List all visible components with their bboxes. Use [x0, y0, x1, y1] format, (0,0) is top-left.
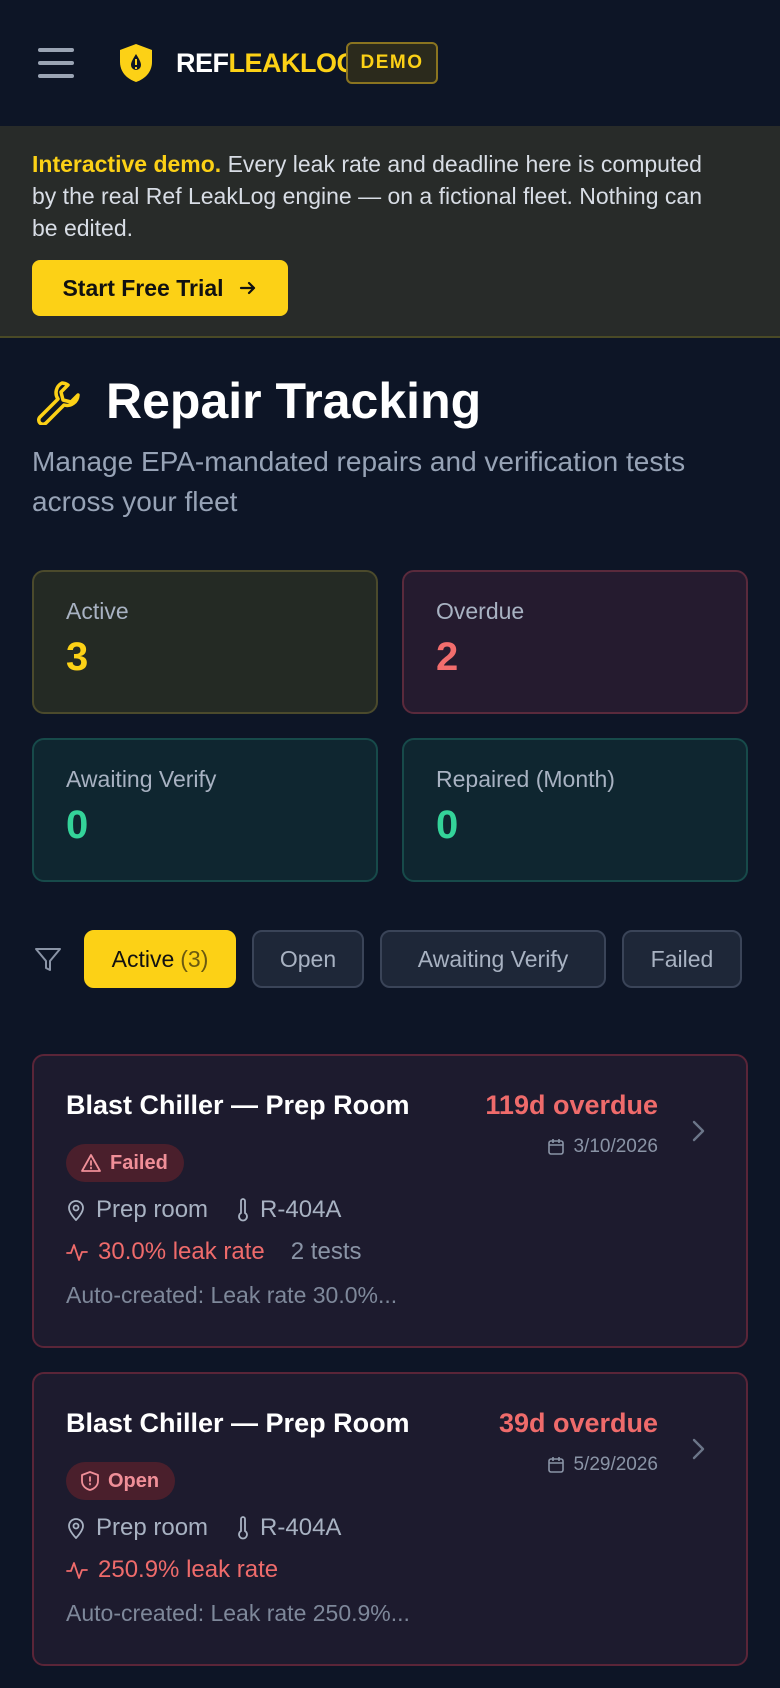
shield-alert-icon — [81, 1471, 99, 1491]
demo-banner-text: Interactive demo. Every leak rate and de… — [32, 148, 732, 244]
filter-bar: Active (3) Open Awaiting Verify Failed — [32, 930, 742, 988]
filter-chip-failed[interactable]: Failed — [622, 930, 742, 988]
due-date: 5/29/2026 — [547, 1454, 658, 1476]
thermometer-icon — [238, 1516, 248, 1540]
stat-value: 3 — [66, 635, 89, 679]
overdue-label: 119d overdue — [485, 1090, 658, 1120]
location-text: Prep room — [96, 1514, 209, 1541]
filter-chip-active[interactable]: Active (3) — [84, 930, 236, 988]
status-badge: Open — [66, 1462, 176, 1500]
page-title: Repair Tracking — [106, 373, 482, 429]
refrigerant-text: R-404A — [260, 1514, 342, 1541]
repair-meta: Prep room R-404A — [66, 1196, 341, 1224]
leak-row: 30.0% leak rate 2 tests — [66, 1238, 361, 1266]
arrow-right-icon — [239, 281, 255, 295]
status-badge-label: Open — [108, 1469, 160, 1492]
page-heading: Repair Tracking — [32, 372, 481, 430]
stat-value: 0 — [66, 803, 89, 847]
stat-card-active[interactable]: Active 3 — [32, 570, 378, 714]
repair-card[interactable]: Blast Chiller — Prep Room 119d overdue 3… — [32, 1054, 748, 1348]
filter-chip-count: (3) — [180, 945, 209, 972]
warning-triangle-icon — [81, 1154, 101, 1172]
demo-badge: DEMO — [346, 42, 438, 84]
refrigerant-text: R-404A — [260, 1196, 342, 1223]
filter-icon — [35, 948, 61, 971]
map-pin-icon — [68, 1518, 84, 1539]
status-badge: Failed — [66, 1144, 184, 1182]
location-text: Prep room — [96, 1196, 209, 1223]
demo-banner-strong: Interactive demo. — [32, 151, 222, 177]
activity-icon — [66, 1562, 88, 1579]
repair-title: Blast Chiller — Prep Room — [66, 1408, 410, 1438]
shield-drop-logo-icon — [120, 44, 152, 82]
stat-label: Overdue — [436, 598, 525, 624]
app-header: REFLEAKLOG DEMO — [0, 0, 780, 126]
tests-count: 2 tests — [290, 1238, 362, 1265]
app-logo-text[interactable]: REFLEAKLOG — [176, 48, 357, 79]
chevron-right-icon — [692, 1120, 705, 1142]
repair-note: Auto-created: Leak rate 250.9%... — [66, 1600, 410, 1626]
start-free-trial-button[interactable]: Start Free Trial — [32, 260, 288, 316]
filter-chip-awaiting-verify[interactable]: Awaiting Verify — [380, 930, 606, 988]
stat-label: Repaired (Month) — [436, 766, 615, 792]
leak-rate-text: 250.9% leak rate — [98, 1556, 279, 1583]
repair-card[interactable]: Blast Chiller — Prep Room 39d overdue 5/… — [32, 1372, 748, 1666]
menu-icon[interactable] — [38, 48, 74, 78]
map-pin-icon — [68, 1200, 84, 1221]
calendar-icon — [548, 1139, 565, 1155]
stat-label: Awaiting Verify — [66, 766, 217, 792]
demo-banner: Interactive demo. Every leak rate and de… — [0, 126, 780, 338]
filter-chip-label: Active — [111, 945, 175, 972]
stat-value: 2 — [436, 635, 459, 679]
calendar-icon — [548, 1457, 565, 1473]
due-date-text: 3/10/2026 — [573, 1136, 658, 1157]
stat-label: Active — [66, 598, 129, 624]
repair-meta: Prep room R-404A — [66, 1514, 341, 1542]
logo-ref: REF — [176, 48, 229, 78]
logo-leaklog: LEAKLOG — [228, 48, 358, 78]
chevron-right-icon — [692, 1438, 705, 1460]
page-subtitle: Manage EPA-mandated repairs and verifica… — [32, 446, 686, 517]
activity-icon — [66, 1244, 88, 1261]
status-badge-label: Failed — [110, 1151, 168, 1174]
due-date: 3/10/2026 — [547, 1136, 658, 1158]
stat-card-awaiting-verify[interactable]: Awaiting Verify 0 — [32, 738, 378, 882]
stat-card-repaired-month[interactable]: Repaired (Month) 0 — [402, 738, 748, 882]
repair-note: Auto-created: Leak rate 30.0%... — [66, 1282, 398, 1308]
thermometer-icon — [238, 1198, 248, 1222]
stat-card-overdue[interactable]: Overdue 2 — [402, 570, 748, 714]
wrench-icon — [37, 381, 80, 425]
repair-title: Blast Chiller — Prep Room — [66, 1090, 410, 1120]
start-free-trial-label: Start Free Trial — [62, 274, 224, 301]
leak-rate-text: 30.0% leak rate — [98, 1238, 265, 1265]
leak-row: 250.9% leak rate — [66, 1556, 278, 1584]
filter-chip-open[interactable]: Open — [252, 930, 364, 988]
due-date-text: 5/29/2026 — [573, 1454, 658, 1475]
stat-value: 0 — [436, 803, 459, 847]
overdue-label: 39d overdue — [498, 1408, 658, 1438]
